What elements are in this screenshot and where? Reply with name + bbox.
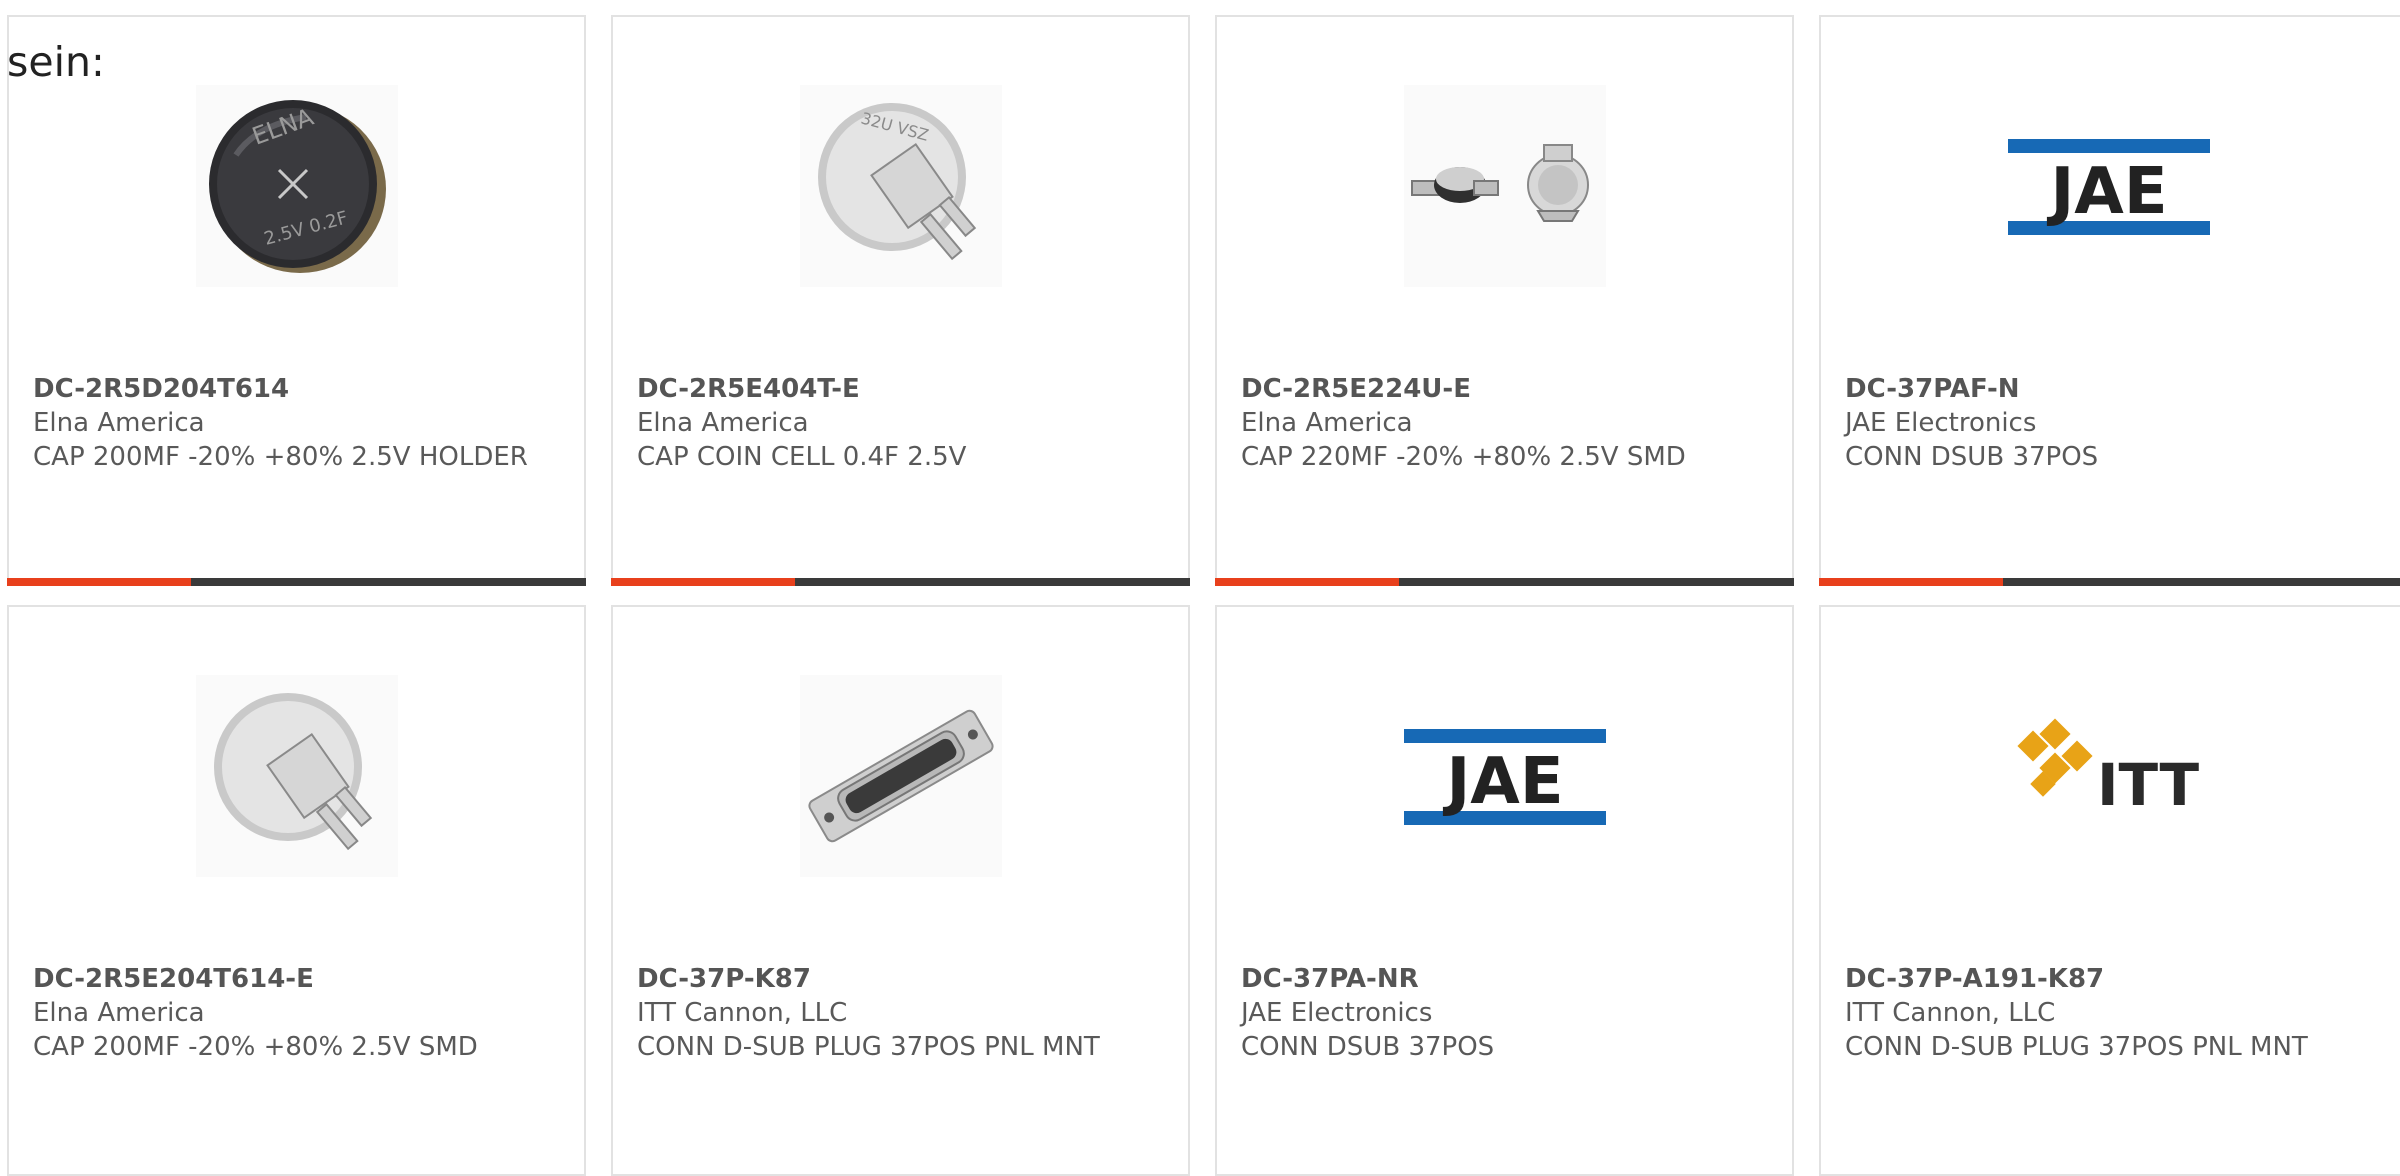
description: CONN D-SUB PLUG 37POS PNL MNT <box>637 1032 1100 1062</box>
silver-coin-cell-image[interactable] <box>196 675 398 877</box>
card-accent-bar <box>1819 578 2003 586</box>
part-number[interactable]: DC-37P-K87 <box>637 962 1164 996</box>
card-accent-bar <box>1215 578 1399 586</box>
card-bottom-bar <box>7 578 586 586</box>
product-info: DC-2R5D204T614 Elna America CAP 200MF -2… <box>33 372 560 474</box>
manufacturer: ITT Cannon, LLC <box>637 998 848 1028</box>
manufacturer: ITT Cannon, LLC <box>1845 998 2056 1028</box>
jae-logo-text: JAE <box>2046 155 2167 229</box>
product-info: DC-37PA-NR JAE Electronics CONN DSUB 37P… <box>1241 962 1768 1064</box>
part-number[interactable]: DC-2R5E204T614-E <box>33 962 560 996</box>
product-info: DC-37P-A191-K87 ITT Cannon, LLC CONN D-S… <box>1845 962 2383 1064</box>
intro-text: sein: <box>7 38 105 86</box>
silver-coin-cell-image[interactable]: 32U VSZ <box>800 85 1002 287</box>
dsub-connector-image[interactable] <box>800 675 1002 877</box>
product-card[interactable]: JAE DC-37PA-NR JAE Electronics CONN DSUB… <box>1215 605 1794 1176</box>
part-number[interactable]: DC-37PAF-N <box>1845 372 2383 406</box>
itt-logo-text: ITT <box>2097 751 2199 819</box>
itt-logo[interactable]: ITT <box>2008 675 2210 877</box>
description: CAP COIN CELL 0.4F 2.5V <box>637 442 967 472</box>
manufacturer: Elna America <box>33 408 205 438</box>
product-card[interactable]: ELNA 2.5V 0.2F DC-2R5D204T614 Elna Ameri… <box>7 15 586 586</box>
description: CONN DSUB 37POS <box>1845 442 2099 472</box>
part-number[interactable]: DC-2R5E224U-E <box>1241 372 1768 406</box>
jae-logo-text: JAE <box>1442 745 1563 819</box>
description: CAP 200MF -20% +80% 2.5V HOLDER <box>33 442 528 472</box>
product-card[interactable]: JAE DC-37PAF-N JAE Electronics CONN DSUB… <box>1819 15 2400 586</box>
card-accent-bar <box>611 578 795 586</box>
product-info: DC-37P-K87 ITT Cannon, LLC CONN D-SUB PL… <box>637 962 1164 1064</box>
manufacturer: Elna America <box>33 998 205 1028</box>
part-number[interactable]: DC-37PA-NR <box>1241 962 1768 996</box>
manufacturer: JAE Electronics <box>1241 998 1433 1028</box>
description: CAP 200MF -20% +80% 2.5V SMD <box>33 1032 478 1062</box>
manufacturer: Elna America <box>1241 408 1413 438</box>
product-info: DC-2R5E204T614-E Elna America CAP 200MF … <box>33 962 560 1064</box>
smd-coin-cell-image[interactable] <box>1404 85 1606 287</box>
black-coin-cell-image[interactable]: ELNA 2.5V 0.2F <box>196 85 398 287</box>
manufacturer: JAE Electronics <box>1845 408 2037 438</box>
product-card[interactable]: DC-37P-K87 ITT Cannon, LLC CONN D-SUB PL… <box>611 605 1190 1176</box>
card-accent-bar <box>7 578 191 586</box>
card-bottom-bar <box>1215 578 1794 586</box>
card-bottom-bar <box>611 578 1190 586</box>
description: CONN DSUB 37POS <box>1241 1032 1495 1062</box>
product-card[interactable]: 32U VSZ DC-2R5E404T-E Elna America CAP C… <box>611 15 1190 586</box>
product-info: DC-2R5E404T-E Elna America CAP COIN CELL… <box>637 372 1164 474</box>
product-card[interactable]: DC-2R5E204T614-E Elna America CAP 200MF … <box>7 605 586 1176</box>
part-number[interactable]: DC-2R5D204T614 <box>33 372 560 406</box>
product-card[interactable]: ITT DC-37P-A191-K87 ITT Cannon, LLC CONN… <box>1819 605 2400 1176</box>
manufacturer: Elna America <box>637 408 809 438</box>
product-info: DC-37PAF-N JAE Electronics CONN DSUB 37P… <box>1845 372 2383 474</box>
description: CONN D-SUB PLUG 37POS PNL MNT <box>1845 1032 2308 1062</box>
jae-logo[interactable]: JAE <box>2008 85 2210 287</box>
part-number[interactable]: DC-2R5E404T-E <box>637 372 1164 406</box>
jae-logo[interactable]: JAE <box>1404 675 1606 877</box>
product-info: DC-2R5E224U-E Elna America CAP 220MF -20… <box>1241 372 1768 474</box>
description: CAP 220MF -20% +80% 2.5V SMD <box>1241 442 1686 472</box>
card-bottom-bar <box>1819 578 2400 586</box>
product-card[interactable]: DC-2R5E224U-E Elna America CAP 220MF -20… <box>1215 15 1794 586</box>
part-number[interactable]: DC-37P-A191-K87 <box>1845 962 2383 996</box>
